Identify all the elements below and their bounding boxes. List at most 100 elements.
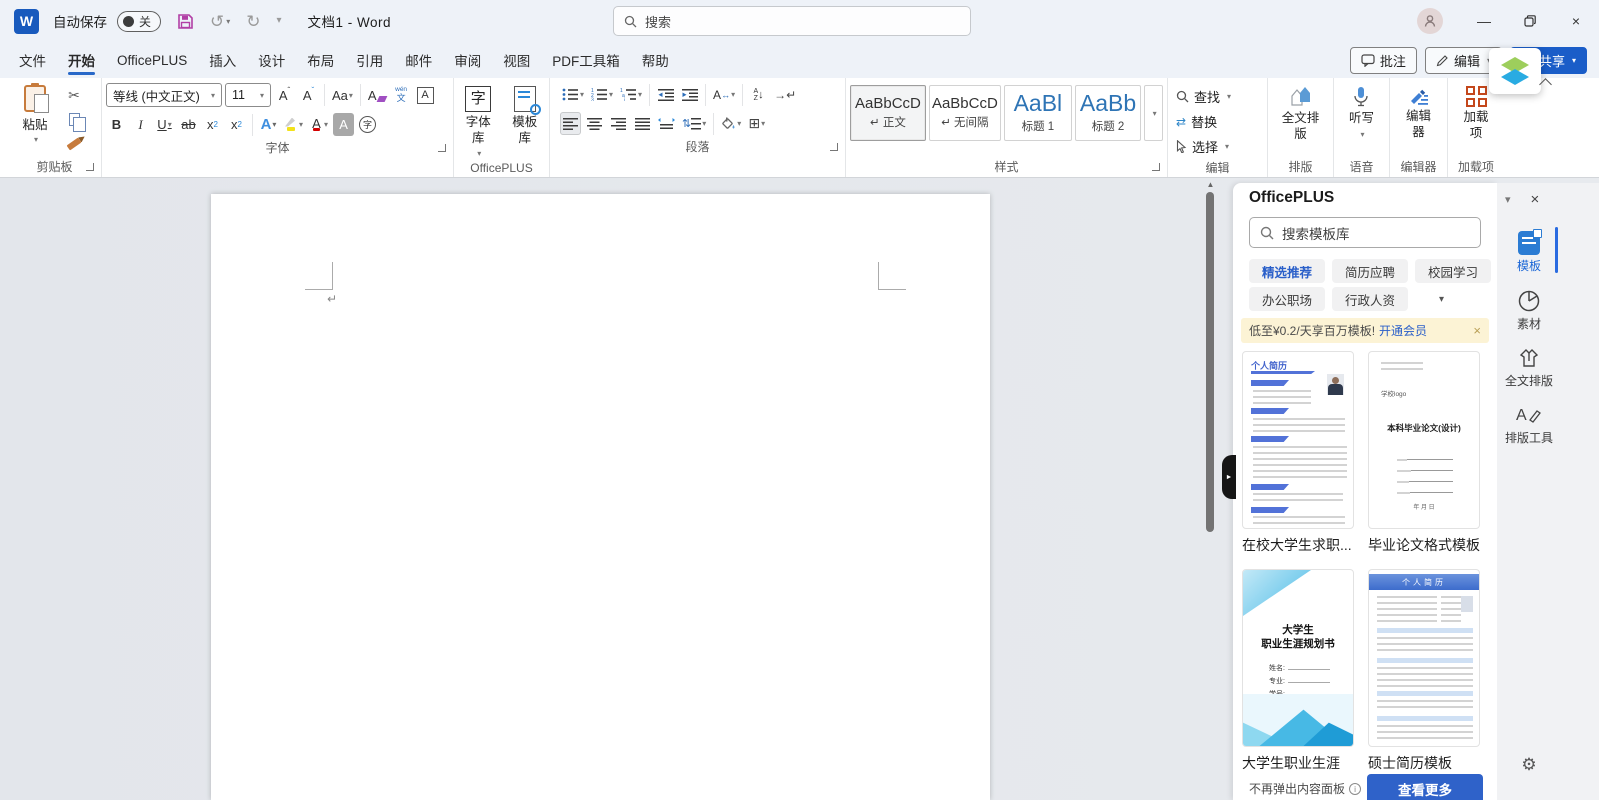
- tab-references[interactable]: 引用: [345, 42, 394, 78]
- subscript-button[interactable]: x2: [202, 113, 223, 136]
- autosave-toggle[interactable]: 关: [117, 11, 161, 32]
- line-spacing-button[interactable]: ⇅▾: [680, 112, 708, 135]
- find-button[interactable]: 查找▾: [1172, 85, 1263, 108]
- chips-expand-icon[interactable]: ▾: [1439, 294, 1444, 305]
- search-input[interactable]: 搜索: [613, 6, 971, 36]
- see-more-button[interactable]: 查看更多: [1367, 774, 1483, 800]
- floating-addin-logo[interactable]: [1489, 48, 1541, 94]
- paragraph-dialog-launcher[interactable]: [830, 143, 838, 151]
- sort-button[interactable]: AZ↓: [748, 83, 769, 106]
- chip-hr[interactable]: 行政人资: [1332, 287, 1408, 311]
- collapse-ribbon-button[interactable]: [1536, 76, 1554, 92]
- bullets-button[interactable]: ▾: [560, 83, 586, 106]
- justify-button[interactable]: [632, 112, 653, 135]
- phonetic-guide-button[interactable]: wén文: [391, 84, 412, 107]
- scrollbar-thumb[interactable]: [1206, 192, 1214, 532]
- borders-button[interactable]: ⊞▾: [746, 112, 767, 135]
- increase-indent-button[interactable]: [679, 83, 700, 106]
- highlight-color-button[interactable]: ▾: [282, 113, 305, 136]
- distribute-button[interactable]: [656, 112, 677, 135]
- chip-campus[interactable]: 校园学习: [1415, 259, 1491, 283]
- undo-dropdown-icon[interactable]: ▾: [226, 17, 230, 26]
- quick-access-more-icon[interactable]: ▾: [277, 16, 282, 26]
- decrease-indent-button[interactable]: [655, 83, 676, 106]
- shading-button[interactable]: ▾: [719, 112, 743, 135]
- align-center-button[interactable]: [584, 112, 605, 135]
- template-card-student-resume[interactable]: 个人简历 在校大学生求职...: [1242, 351, 1354, 555]
- tab-home[interactable]: 开始: [57, 42, 106, 78]
- tab-insert[interactable]: 插入: [198, 42, 247, 78]
- styles-gallery-more-button[interactable]: ▾: [1144, 85, 1163, 141]
- shrink-font-button[interactable]: Aˇ: [298, 84, 319, 107]
- align-left-button[interactable]: [560, 112, 581, 135]
- banner-close-icon[interactable]: ×: [1473, 323, 1481, 338]
- style-heading2[interactable]: AaBb 标题 2: [1075, 85, 1141, 141]
- cut-button[interactable]: ✂: [62, 85, 86, 106]
- asian-layout-button[interactable]: A↔▾: [711, 83, 737, 106]
- styles-dialog-launcher[interactable]: [1152, 163, 1160, 171]
- copy-button[interactable]: [62, 109, 86, 130]
- chip-featured[interactable]: 精选推荐: [1249, 259, 1325, 283]
- clipboard-dialog-launcher[interactable]: [86, 163, 94, 171]
- template-card-master-resume[interactable]: 个人简历 硕士简历模板: [1368, 569, 1480, 773]
- format-painter-button[interactable]: [62, 133, 86, 154]
- document-page[interactable]: ↵: [211, 194, 990, 800]
- text-effects-button[interactable]: A▾: [258, 113, 279, 136]
- grow-font-button[interactable]: Aˆ: [274, 84, 295, 107]
- character-shading-button[interactable]: A: [333, 113, 354, 136]
- scroll-up-arrow[interactable]: ▲: [1204, 180, 1217, 189]
- tab-pdf-toolbox[interactable]: PDF工具箱: [541, 42, 631, 78]
- chip-office[interactable]: 办公职场: [1249, 287, 1325, 311]
- template-card-thesis[interactable]: 学校logo 本科毕业论文(设计) 年 月 日 毕业论文格式模板: [1368, 351, 1480, 555]
- font-color-button[interactable]: A▾: [308, 113, 330, 136]
- style-normal[interactable]: AaBbCcD ↵ 正文: [850, 85, 926, 141]
- rail-item-full-typeset[interactable]: 全文排版: [1497, 346, 1561, 388]
- strikethrough-button[interactable]: ab: [178, 113, 199, 136]
- chip-resume[interactable]: 简历应聘: [1332, 259, 1408, 283]
- bold-button[interactable]: B: [106, 113, 127, 136]
- comments-button[interactable]: 批注: [1350, 47, 1417, 74]
- tab-view[interactable]: 视图: [492, 42, 541, 78]
- font-library-button[interactable]: 字 字体库 ▾: [458, 83, 499, 159]
- tab-review[interactable]: 审阅: [443, 42, 492, 78]
- font-size-combo[interactable]: 11▾: [225, 83, 271, 107]
- font-name-combo[interactable]: 等线 (中文正文)▾: [106, 83, 222, 107]
- minimize-button[interactable]: —: [1461, 0, 1507, 42]
- tab-help[interactable]: 帮助: [631, 42, 680, 78]
- template-search-input[interactable]: 搜索模板库: [1249, 217, 1481, 248]
- tab-layout[interactable]: 布局: [296, 42, 345, 78]
- settings-gear-icon[interactable]: ⚙: [1497, 755, 1561, 775]
- show-hide-marks-button[interactable]: →↵: [772, 83, 798, 106]
- enclose-characters-button[interactable]: 字: [357, 113, 378, 136]
- font-dialog-launcher[interactable]: [438, 144, 446, 152]
- rail-item-templates[interactable]: 模板: [1497, 231, 1561, 273]
- dictate-button[interactable]: 听写 ▾: [1345, 83, 1378, 155]
- rail-item-typeset-tools[interactable]: A 排版工具: [1497, 403, 1561, 445]
- rail-item-assets[interactable]: 素材: [1497, 289, 1561, 331]
- style-no-spacing[interactable]: AaBbCcD ↵ 无间隔: [929, 85, 1001, 141]
- undo-icon[interactable]: ↺: [210, 13, 224, 30]
- account-avatar[interactable]: [1417, 8, 1443, 34]
- template-card-career-plan[interactable]: 大学生 职业生涯规划书 姓名: 专业: 学号: 大学生职业生涯: [1242, 569, 1354, 773]
- open-membership-link[interactable]: 开通会员: [1379, 322, 1427, 339]
- paste-button[interactable]: 粘贴 ▾: [12, 83, 58, 155]
- select-button[interactable]: 选择▾: [1172, 135, 1263, 158]
- multilevel-list-button[interactable]: 1ai▾: [618, 83, 644, 106]
- full-text-typeset-button[interactable]: 全文排版: [1272, 83, 1329, 155]
- clear-formatting-button[interactable]: A: [366, 84, 388, 107]
- numbering-button[interactable]: 123▾: [589, 83, 615, 106]
- tab-mailings[interactable]: 邮件: [394, 42, 443, 78]
- tab-design[interactable]: 设计: [247, 42, 296, 78]
- underline-button[interactable]: U▾: [154, 113, 175, 136]
- tab-officeplus[interactable]: OfficePLUS: [106, 42, 198, 78]
- close-button[interactable]: ×: [1553, 0, 1599, 42]
- pane-collapse-tab[interactable]: ►: [1222, 455, 1236, 499]
- italic-button[interactable]: I: [130, 113, 151, 136]
- character-border-button[interactable]: A: [415, 84, 436, 107]
- save-icon[interactable]: [177, 13, 194, 30]
- superscript-button[interactable]: x2: [226, 113, 247, 136]
- style-heading1[interactable]: AaBl 标题 1: [1004, 85, 1072, 141]
- tab-file[interactable]: 文件: [8, 42, 57, 78]
- word-app-icon[interactable]: W: [14, 9, 39, 34]
- dismiss-pane-option[interactable]: 不再弹出内容面板i: [1249, 780, 1361, 797]
